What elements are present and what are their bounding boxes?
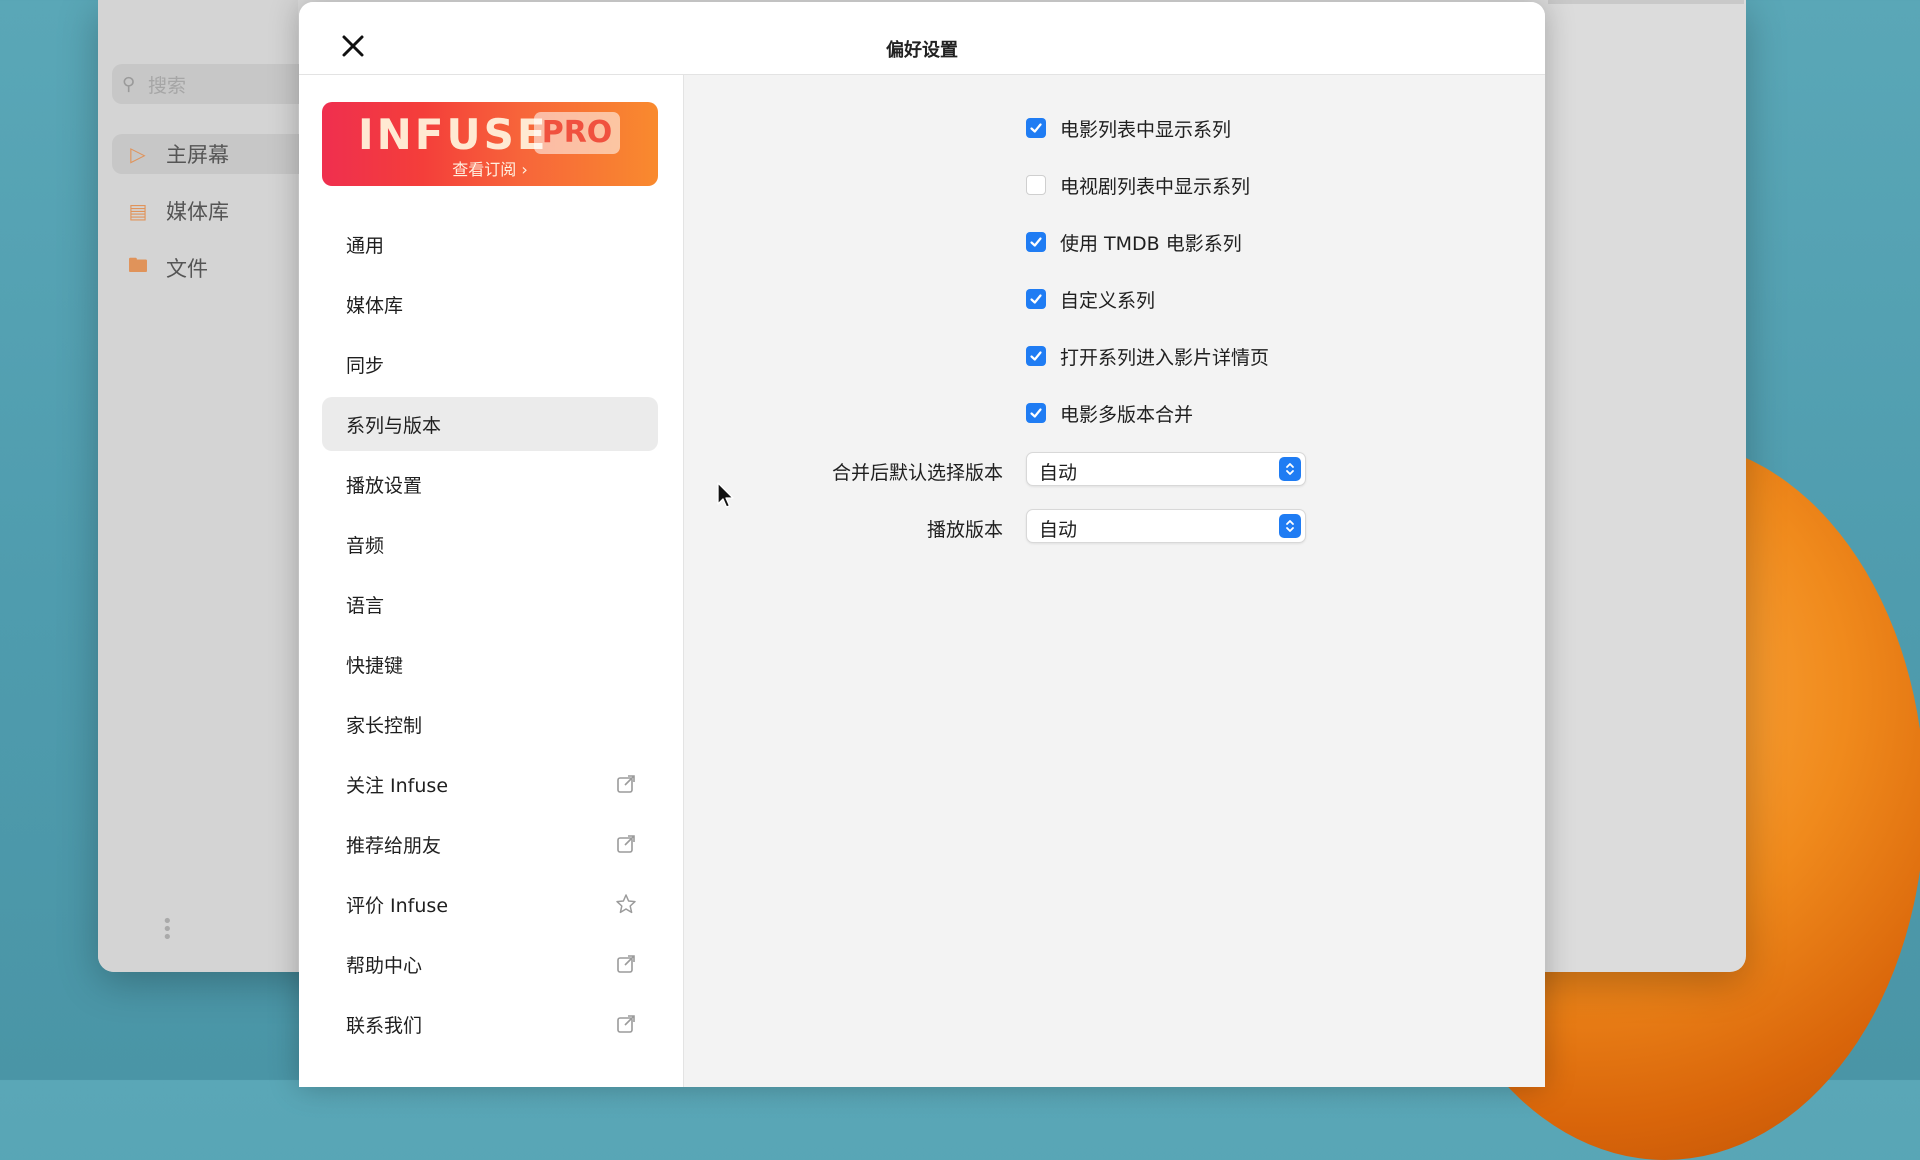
search-icon: ⚲	[122, 73, 136, 95]
checkmark-icon	[1030, 237, 1042, 247]
sidebar-item-label: 同步	[346, 354, 385, 377]
select-label: 合并后默认选择版本	[831, 462, 1003, 484]
checkbox-label: 打开系列进入影片详情页	[1060, 346, 1270, 369]
checkbox-label: 电影列表中显示系列	[1060, 118, 1232, 141]
sidebar-item-label: 关注 Infuse	[346, 774, 449, 797]
setting-custom-series: 自定义系列	[1026, 285, 1155, 313]
sidebar-item-label: 音频	[346, 534, 385, 557]
sidebar-item-general[interactable]: 通用	[322, 217, 658, 271]
sidebar-item-audio[interactable]: 音频	[322, 517, 658, 571]
preferences-sidebar: INFUSE PRO 查看订阅 › 通用 媒体库 同步 系列与版本 播放设置 音…	[299, 75, 684, 1087]
checkbox-checked[interactable]	[1026, 403, 1046, 423]
checkbox-checked[interactable]	[1026, 289, 1046, 309]
modal-header: 偏好设置	[299, 2, 1545, 75]
sidebar-item-label: 帮助中心	[346, 954, 423, 977]
sidebar-item-label: 媒体库	[346, 294, 404, 317]
sidebar-item-recommend[interactable]: 推荐给朋友	[322, 817, 658, 871]
sidebar-item-label: 家长控制	[346, 714, 423, 737]
external-link-icon	[612, 953, 640, 975]
nav-label: 媒体库	[166, 200, 229, 224]
setting-playback-version: 播放版本 自动	[684, 509, 1545, 543]
sidebar-item-shortcuts[interactable]: 快捷键	[322, 637, 658, 691]
nav-label: 主屏幕	[166, 143, 229, 167]
sidebar-item-follow-infuse[interactable]: 关注 Infuse	[322, 757, 658, 811]
sidebar-item-parental-controls[interactable]: 家长控制	[322, 697, 658, 751]
preferences-modal: 偏好设置 INFUSE PRO 查看订阅 › 通用 媒体库 同步 系列与版本 播…	[299, 2, 1545, 1087]
checkbox-label: 使用 TMDB 电影系列	[1060, 232, 1242, 255]
sidebar-item-help-center[interactable]: 帮助中心	[322, 937, 658, 991]
play-icon: ▷	[130, 142, 146, 166]
chevron-updown-icon	[1279, 514, 1301, 538]
sidebar-item-label: 联系我们	[346, 1014, 423, 1037]
sidebar-item-label: 播放设置	[346, 474, 423, 497]
sidebar-item-label: 系列与版本	[346, 414, 442, 437]
more-dots-icon[interactable]: • • •	[162, 913, 173, 947]
setting-show-movie-series: 电影列表中显示系列	[1026, 114, 1231, 142]
checkmark-icon	[1030, 294, 1042, 304]
sidebar-item-library[interactable]: 媒体库	[322, 277, 658, 331]
checkbox-checked[interactable]	[1026, 232, 1046, 252]
sidebar-item-rate-infuse[interactable]: 评价 Infuse	[322, 877, 658, 931]
chevron-updown-icon	[1279, 457, 1301, 481]
checkmark-icon	[1030, 408, 1042, 418]
setting-use-tmdb-series: 使用 TMDB 电影系列	[1026, 228, 1242, 256]
sidebar-item-series-versions[interactable]: 系列与版本	[322, 397, 658, 451]
setting-default-version: 合并后默认选择版本 自动	[684, 452, 1545, 486]
sidebar-item-label: 评价 Infuse	[346, 894, 449, 917]
checkbox-label: 电影多版本合并	[1060, 403, 1194, 426]
folder-icon: 🖿	[128, 253, 148, 277]
select-value: 自动	[1039, 462, 1078, 484]
playback-version-select[interactable]: 自动	[1026, 509, 1306, 543]
sidebar-item-playback[interactable]: 播放设置	[322, 457, 658, 511]
checkbox-checked[interactable]	[1026, 118, 1046, 138]
promo-brand: INFUSE	[358, 110, 549, 159]
checkmark-icon	[1030, 351, 1042, 361]
modal-title: 偏好设置	[886, 40, 958, 61]
toolbar-edge	[1548, 0, 1744, 4]
checkbox-label: 电视剧列表中显示系列	[1060, 175, 1251, 198]
checkbox-label: 自定义系列	[1060, 289, 1156, 312]
select-label: 播放版本	[926, 519, 1003, 541]
sidebar-item-label: 推荐给朋友	[346, 834, 442, 857]
sidebar-item-label: 语言	[346, 594, 385, 617]
sidebar-item-label: 快捷键	[346, 654, 404, 677]
setting-merge-movie-versions: 电影多版本合并	[1026, 399, 1193, 427]
infuse-pro-banner[interactable]: INFUSE PRO 查看订阅 ›	[322, 102, 658, 186]
star-icon	[612, 893, 640, 915]
external-link-icon	[612, 773, 640, 795]
sidebar-item-contact-us[interactable]: 联系我们	[322, 997, 658, 1051]
nav-label: 文件	[166, 257, 208, 281]
sidebar-item-label: 通用	[346, 234, 385, 257]
mouse-cursor-icon	[717, 482, 734, 508]
default-version-select[interactable]: 自动	[1026, 452, 1306, 486]
view-subscription-link[interactable]: 查看订阅 ›	[322, 156, 658, 180]
sidebar-item-language[interactable]: 语言	[322, 577, 658, 631]
external-link-icon	[612, 1013, 640, 1035]
search-placeholder: 搜索	[148, 74, 187, 97]
setting-open-series-detail: 打开系列进入影片详情页	[1026, 342, 1269, 370]
external-link-icon	[612, 833, 640, 855]
setting-show-tv-series: 电视剧列表中显示系列	[1026, 171, 1250, 199]
promo-badge: PRO	[534, 112, 620, 154]
checkmark-icon	[1030, 123, 1042, 133]
sidebar-item-sync[interactable]: 同步	[322, 337, 658, 391]
background-sidebar: ⚲ 搜索 ▷ 主屏幕 ▤ 媒体库 🖿 文件 • • •	[98, 0, 332, 972]
settings-panel: 电影列表中显示系列 电视剧列表中显示系列 使用 TMDB 电影系列 自定义系列 …	[684, 75, 1545, 1087]
checkbox-unchecked[interactable]	[1026, 175, 1046, 195]
library-icon: ▤	[128, 199, 148, 223]
select-value: 自动	[1039, 519, 1078, 541]
checkbox-checked[interactable]	[1026, 346, 1046, 366]
